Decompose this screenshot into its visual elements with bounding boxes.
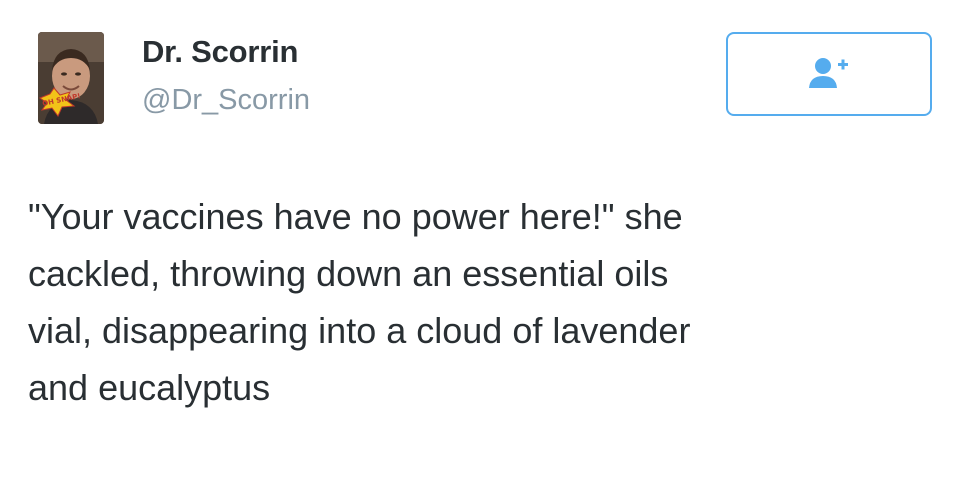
- avatar[interactable]: OH SNAP!: [38, 32, 104, 124]
- screen-name[interactable]: @Dr_Scorrin: [142, 80, 310, 120]
- tweet-text-line: "Your vaccines have no power here!" she: [28, 196, 683, 237]
- display-name[interactable]: Dr. Scorrin: [142, 32, 310, 72]
- avatar-image: [38, 32, 104, 124]
- tweet-text: "Your vaccines have no power here!" she …: [28, 188, 928, 416]
- tweet-text-line: cackled, throwing down an essential oils: [28, 253, 669, 294]
- add-user-icon: [809, 58, 848, 88]
- follow-button[interactable]: [726, 32, 932, 116]
- tweet-text-line: and eucalyptus: [28, 367, 271, 408]
- tweet-card: OH SNAP! Dr. Scorrin @Dr_Scorrin "Your v…: [0, 0, 960, 484]
- author-block[interactable]: Dr. Scorrin @Dr_Scorrin: [142, 32, 310, 120]
- tweet-text-line: vial, disappearing into a cloud of laven…: [28, 310, 691, 351]
